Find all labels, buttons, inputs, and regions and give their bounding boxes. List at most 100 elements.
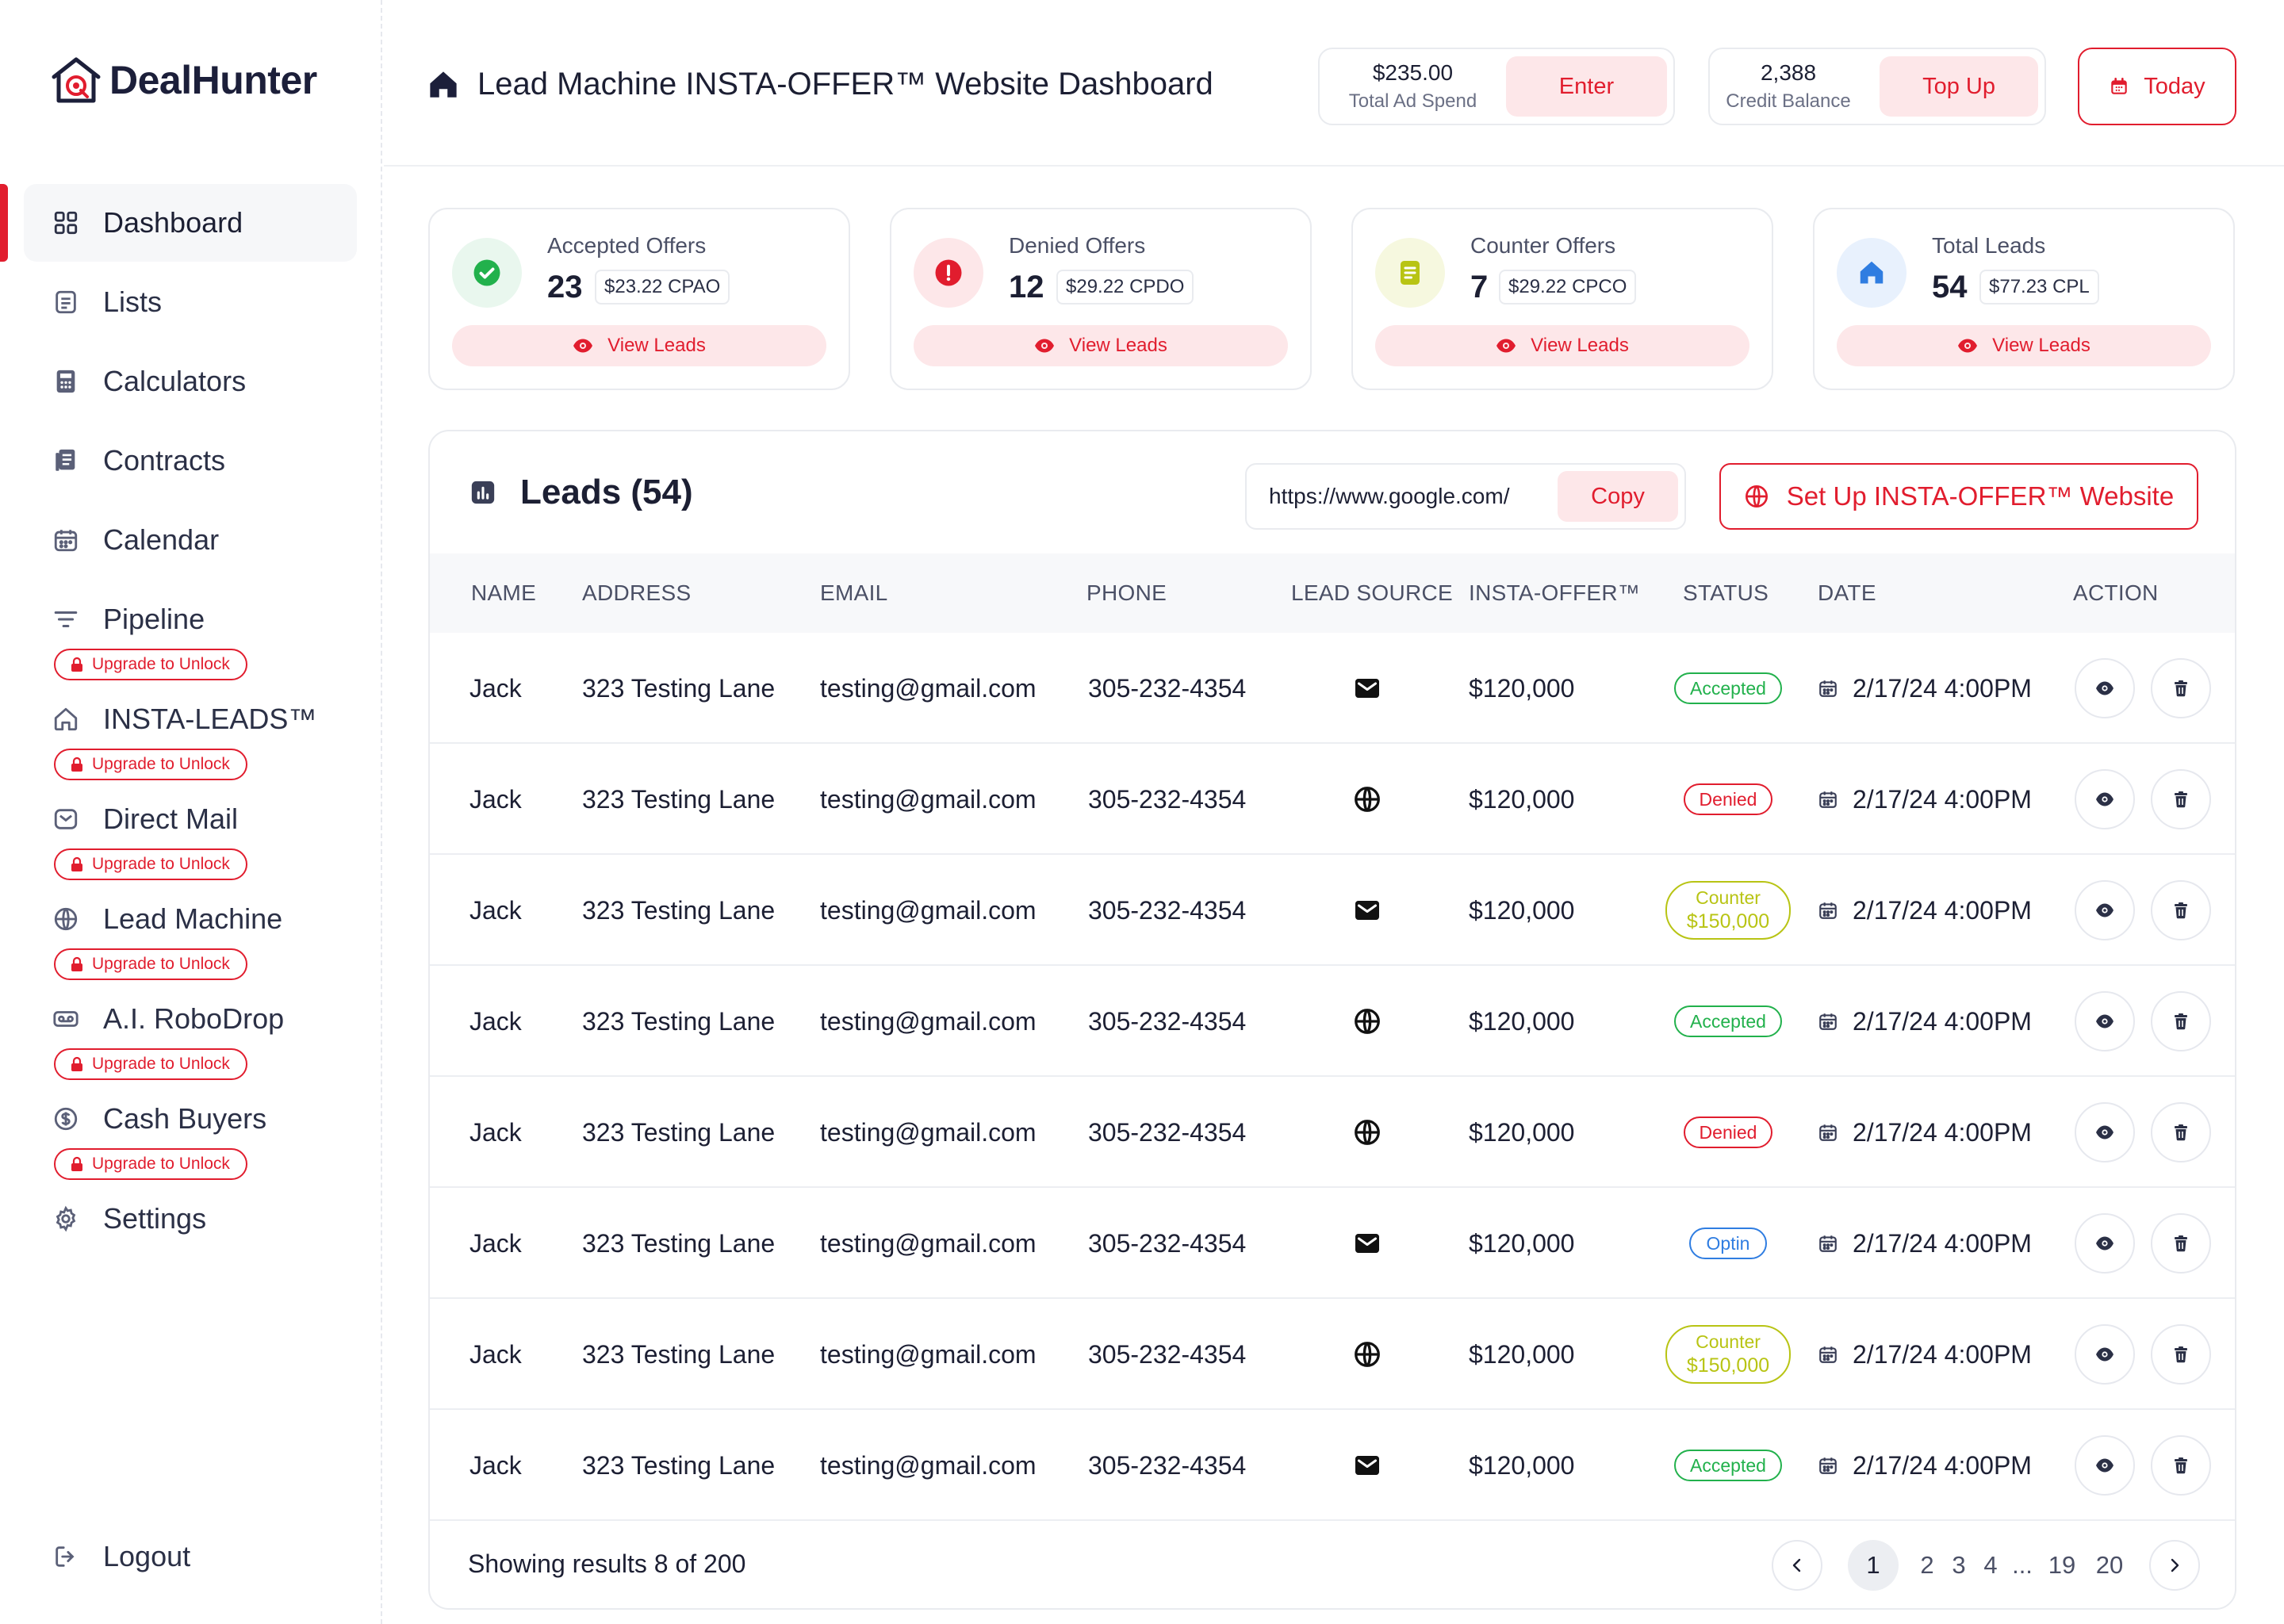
table-row[interactable]: Jack 323 Testing Lane testing@gmail.com 305… <box>430 744 2235 855</box>
sidebar-item-label: Direct Mail <box>103 802 239 835</box>
view-lead-button[interactable] <box>2075 658 2135 718</box>
view-lead-button[interactable] <box>2075 769 2135 829</box>
table-row[interactable]: Jack 323 Testing Lane testing@gmail.com 305… <box>430 1410 2235 1521</box>
page-2-button[interactable]: 2 <box>1911 1540 1943 1591</box>
status-badge: Denied <box>1684 783 1772 815</box>
website-url-field[interactable]: https://www.google.com/ Copy <box>1245 463 1686 530</box>
today-date-button[interactable]: Today <box>2078 48 2236 125</box>
column-header-date[interactable]: DATE <box>1818 553 1876 633</box>
column-header-insta-offer[interactable]: INSTA-OFFER™ <box>1469 553 1640 633</box>
sidebar-item-insta-leads[interactable]: INSTA-LEADS™ <box>24 680 357 758</box>
column-header-status[interactable]: STATUS <box>1683 553 1769 633</box>
delete-lead-button[interactable] <box>2151 1435 2211 1496</box>
sidebar-item-label: Dashboard <box>103 206 243 239</box>
status-badge: Counter $150,000 <box>1665 881 1791 940</box>
sidebar-item-settings[interactable]: Settings <box>24 1180 357 1258</box>
delete-lead-button[interactable] <box>2151 880 2211 940</box>
column-header-email[interactable]: EMAIL <box>820 553 888 633</box>
sidebar-item-lists[interactable]: Lists <box>24 263 357 341</box>
delete-lead-button[interactable] <box>2151 1102 2211 1162</box>
calendar-icon <box>1818 1454 1838 1477</box>
card-title: Total Leads <box>1932 233 2046 258</box>
view-leads-button[interactable]: View Leads <box>452 325 826 366</box>
delete-lead-button[interactable] <box>2151 658 2211 718</box>
logout-button[interactable]: Logout <box>24 1518 357 1595</box>
home-icon <box>52 706 79 733</box>
next-page-button[interactable] <box>2149 1540 2200 1591</box>
sidebar-item-dashboard[interactable]: Dashboard <box>24 184 357 262</box>
delete-lead-button[interactable] <box>2151 769 2211 829</box>
table-row[interactable]: Jack 323 Testing Lane testing@gmail.com 305… <box>430 966 2235 1077</box>
lead-address: 323 Testing Lane <box>582 1228 776 1258</box>
page-4-button[interactable]: 4 <box>1975 1540 2006 1591</box>
page-1-button[interactable]: 1 <box>1848 1540 1899 1591</box>
logo[interactable]: DealHunter <box>49 52 317 108</box>
page-20-button[interactable]: 20 <box>2089 1540 2130 1591</box>
table-row[interactable]: Jack 323 Testing Lane testing@gmail.com 305… <box>430 1299 2235 1410</box>
view-lead-button[interactable] <box>2075 1213 2135 1274</box>
table-row[interactable]: Jack 323 Testing Lane testing@gmail.com 305… <box>430 1188 2235 1299</box>
sidebar-item-robodrop[interactable]: A.I. RoboDrop <box>24 980 357 1058</box>
eye-icon <box>2095 901 2114 920</box>
delete-lead-button[interactable] <box>2151 1324 2211 1385</box>
page-title-text: Lead Machine INSTA-OFFER™ Website Dashbo… <box>477 67 1213 102</box>
view-lead-button[interactable] <box>2075 880 2135 940</box>
eye-icon <box>2095 1012 2114 1031</box>
column-header-phone[interactable]: PHONE <box>1086 553 1167 633</box>
sidebar-item-direct-mail[interactable]: Direct Mail <box>24 780 357 858</box>
card-title: Accepted Offers <box>547 233 707 258</box>
card-metric: $29.22 CPDO <box>1056 270 1194 304</box>
upgrade-badge-insta-leads[interactable]: Upgrade to Unlock <box>54 749 247 780</box>
column-header-lead-source[interactable]: LEAD SOURCE <box>1291 553 1453 633</box>
table-row[interactable]: Jack 323 Testing Lane testing@gmail.com 305… <box>430 1077 2235 1188</box>
view-leads-button[interactable]: View Leads <box>1375 325 1749 366</box>
calculator-icon <box>52 368 79 395</box>
trash-icon <box>2171 1012 2190 1031</box>
filter-icon <box>52 606 79 633</box>
ad-spend-label: Total Ad Spend <box>1348 90 1477 112</box>
status-badge: Accepted <box>1674 672 1782 704</box>
upgrade-badge-direct-mail[interactable]: Upgrade to Unlock <box>54 848 247 880</box>
upgrade-badge-robodrop[interactable]: Upgrade to Unlock <box>54 1048 247 1080</box>
upgrade-badge-lead-machine[interactable]: Upgrade to Unlock <box>54 948 247 980</box>
denied-offers-card: Denied Offers 12 $29.22 CPDO View Leads <box>890 208 1312 390</box>
sidebar-item-label: Cash Buyers <box>103 1102 267 1135</box>
top-up-button[interactable]: Top Up <box>1880 56 2038 117</box>
view-lead-button[interactable] <box>2075 1435 2135 1496</box>
sidebar-item-calculators[interactable]: Calculators <box>24 343 357 420</box>
view-lead-button[interactable] <box>2075 1324 2135 1385</box>
sidebar-item-pipeline[interactable]: Pipeline <box>24 580 357 658</box>
lead-address: 323 Testing Lane <box>582 673 776 703</box>
enter-ad-spend-button[interactable]: Enter <box>1505 56 1667 117</box>
sidebar-item-calendar[interactable]: Calendar <box>24 501 357 579</box>
status-counter-amount: $150,000 <box>1686 910 1770 933</box>
page-19-button[interactable]: 19 <box>2041 1540 2083 1591</box>
view-leads-button[interactable]: View Leads <box>1837 325 2211 366</box>
upgrade-badge-pipeline[interactable]: Upgrade to Unlock <box>54 649 247 680</box>
view-lead-button[interactable] <box>2075 991 2135 1051</box>
lead-name: Jack <box>469 1228 522 1258</box>
card-title: Counter Offers <box>1470 233 1616 258</box>
view-lead-button[interactable] <box>2075 1102 2135 1162</box>
column-header-name[interactable]: NAME <box>471 553 536 633</box>
copy-url-button[interactable]: Copy <box>1558 471 1678 522</box>
upgrade-badge-cash-buyers[interactable]: Upgrade to Unlock <box>54 1148 247 1180</box>
previous-page-button[interactable] <box>1772 1540 1822 1591</box>
delete-lead-button[interactable] <box>2151 991 2211 1051</box>
check-circle-icon <box>473 259 500 286</box>
lead-date: 2/17/24 4:00PM <box>1818 744 2032 855</box>
sidebar-item-contracts[interactable]: Contracts <box>24 422 357 500</box>
page-3-button[interactable]: 3 <box>1943 1540 1975 1591</box>
table-row[interactable]: Jack 323 Testing Lane testing@gmail.com 305… <box>430 633 2235 744</box>
leads-title: Leads (54) <box>469 473 693 512</box>
sidebar-item-lead-machine[interactable]: Lead Machine <box>24 880 357 958</box>
view-leads-button[interactable]: View Leads <box>914 325 1288 366</box>
delete-lead-button[interactable] <box>2151 1213 2211 1274</box>
table-row[interactable]: Jack 323 Testing Lane testing@gmail.com 305… <box>430 855 2235 966</box>
top-header: Lead Machine INSTA-OFFER™ Website Dashbo… <box>384 0 2284 167</box>
setup-website-button[interactable]: Set Up INSTA-OFFER™ Website <box>1719 463 2198 530</box>
eye-icon <box>1958 339 1978 353</box>
globe-icon <box>1353 966 1382 1077</box>
column-header-address[interactable]: ADDRESS <box>582 553 691 633</box>
sidebar-item-cash-buyers[interactable]: Cash Buyers <box>24 1080 357 1158</box>
